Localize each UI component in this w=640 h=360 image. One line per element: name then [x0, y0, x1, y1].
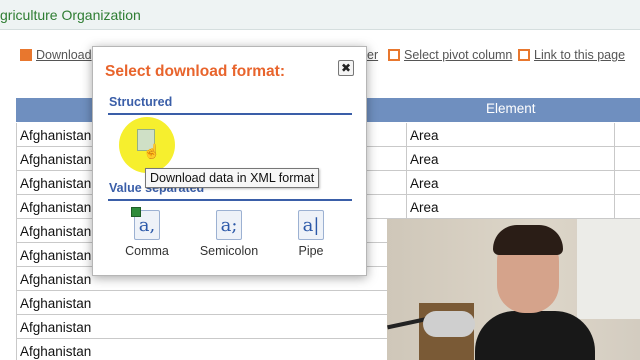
- area-cell: Afghanistan: [20, 176, 92, 191]
- pivot-link[interactable]: Select pivot column: [388, 48, 512, 62]
- area-cell: Afghanistan: [20, 320, 92, 335]
- comma-label: Comma: [125, 244, 169, 258]
- org-title: griculture Organization: [0, 7, 141, 23]
- area-cell: Afghanistan: [20, 128, 92, 143]
- hand-cursor-icon: ☝: [143, 143, 161, 159]
- filter-label-partial: er: [367, 48, 379, 62]
- download-format-dialog: Select download format: ✖ Structured ☝ V…: [92, 46, 367, 276]
- element-header[interactable]: Element: [486, 101, 536, 116]
- link-to-page[interactable]: Link to this page: [518, 48, 625, 62]
- presenter-hair: [493, 225, 563, 255]
- pivot-icon: [388, 49, 400, 61]
- comma-file-icon: a,: [131, 207, 160, 240]
- table-border-left: [16, 123, 17, 360]
- semicolon-file-icon: a;: [216, 210, 242, 240]
- xml-tooltip: Download data in XML format: [145, 168, 320, 188]
- dialog-title: Select download format:: [105, 63, 285, 80]
- area-cell: Afghanistan: [20, 296, 92, 311]
- element-cell: Area: [410, 128, 439, 143]
- element-cell: Area: [410, 200, 439, 215]
- pipe-file-icon: a|: [298, 210, 324, 240]
- pipe-format-button[interactable]: a| Pipe: [276, 210, 346, 258]
- semicolon-format-button[interactable]: a; Semicolon: [194, 210, 264, 258]
- value-separated-divider: [108, 199, 352, 201]
- filter-link[interactable]: er: [367, 48, 378, 62]
- pivot-label: Select pivot column: [404, 48, 513, 62]
- area-cell: Afghanistan: [20, 224, 92, 239]
- link-icon: [518, 49, 530, 61]
- comma-format-button[interactable]: a, Comma: [112, 207, 182, 258]
- microphone-icon: [423, 311, 475, 337]
- comma-glyph: a,: [138, 215, 156, 236]
- page: griculture Organization Download er Sele…: [0, 0, 640, 360]
- semicolon-label: Semicolon: [199, 244, 259, 258]
- area-cell: Afghanistan: [20, 344, 92, 359]
- download-icon: [20, 49, 32, 61]
- element-cell: Area: [410, 176, 439, 191]
- element-cell: Area: [410, 152, 439, 167]
- semicolon-glyph: a;: [220, 215, 238, 236]
- area-cell: Afghanistan: [20, 248, 92, 263]
- webcam-overlay: [387, 219, 640, 360]
- webcam-window: [577, 219, 640, 319]
- area-cell: Afghanistan: [20, 152, 92, 167]
- download-label: Download: [36, 48, 92, 62]
- presenter-body: [475, 311, 595, 360]
- close-button[interactable]: ✖: [338, 60, 354, 76]
- link-label: Link to this page: [534, 48, 626, 62]
- pipe-label: Pipe: [298, 244, 324, 258]
- structured-heading: Structured: [109, 95, 173, 109]
- top-bar: griculture Organization: [0, 0, 640, 30]
- pipe-glyph: a|: [302, 215, 320, 236]
- area-cell: Afghanistan: [20, 200, 92, 215]
- area-cell: Afghanistan: [20, 272, 92, 287]
- structured-divider: [108, 113, 352, 115]
- download-link[interactable]: Download: [20, 48, 92, 62]
- spreadsheet-badge-icon: [131, 207, 141, 217]
